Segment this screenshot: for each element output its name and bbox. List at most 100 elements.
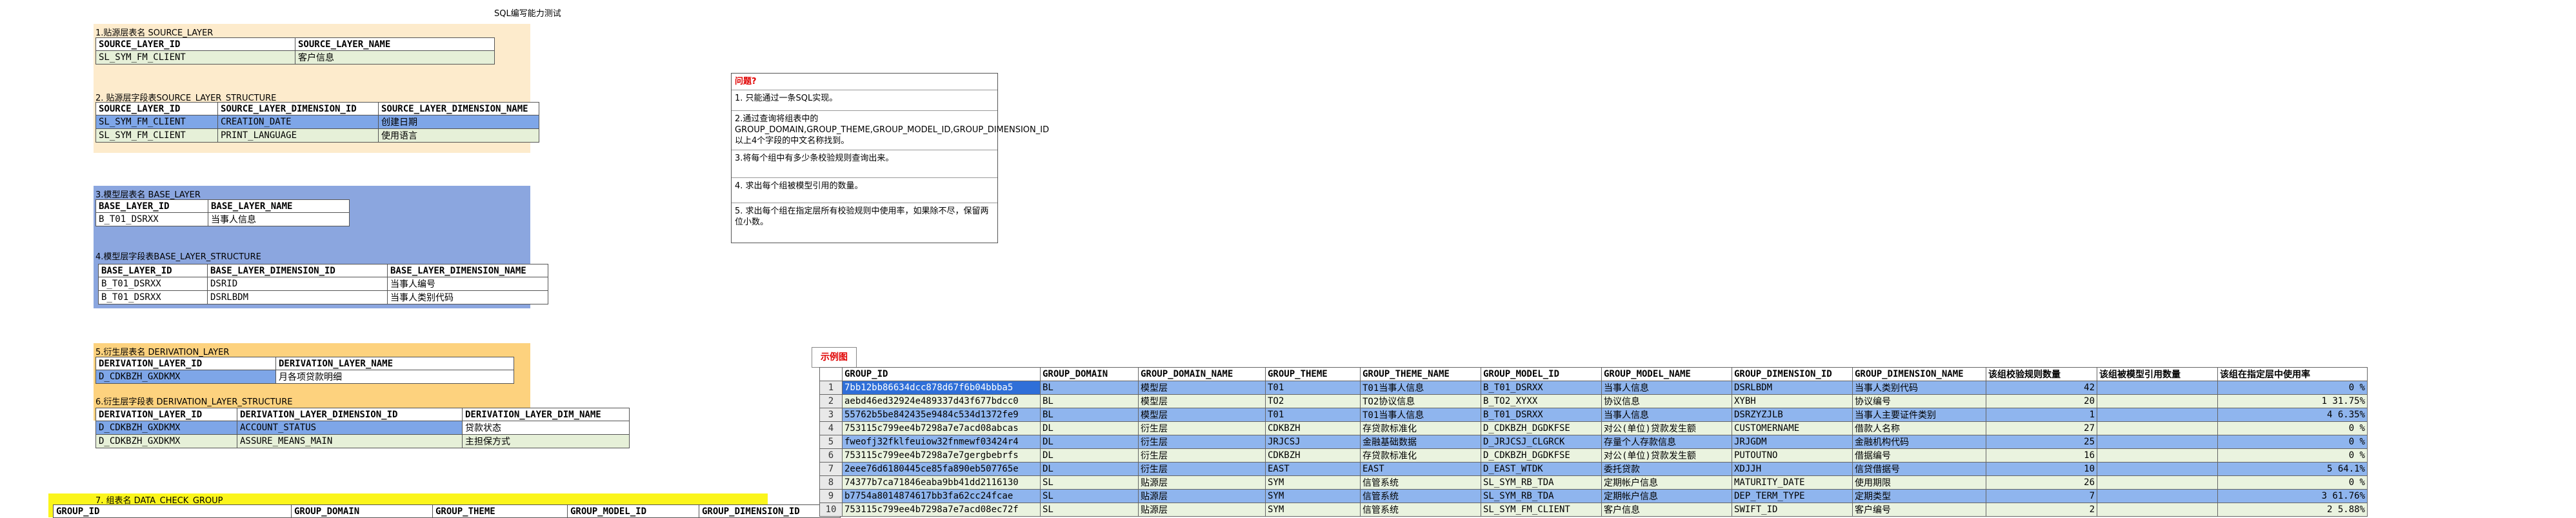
example-cell[interactable]: B_T01_DSRXX xyxy=(1481,381,1602,395)
example-cell[interactable]: T01 xyxy=(1265,408,1361,422)
example-cell[interactable]: 协议信息 xyxy=(1601,394,1732,408)
example-cell[interactable]: 7bb12bb86634dcc878d67f6b04bbba5 xyxy=(842,381,1041,395)
table-cell[interactable]: ACCOUNT_STATUS xyxy=(237,421,463,435)
example-cell[interactable]: 衍生层 xyxy=(1138,448,1266,463)
table-cell[interactable]: SL_SYM_FM_CLIENT xyxy=(95,128,218,143)
table-cell[interactable]: ASSURE_MEANS_MAIN xyxy=(237,434,463,448)
example-cell[interactable]: 753115c799ee4b7298a7e7gergbebrfs xyxy=(842,448,1041,463)
example-cell[interactable]: 定期帐户信息 xyxy=(1601,475,1732,490)
example-cell[interactable]: aebd46ed32924e489337d43f677bdcc0 xyxy=(842,394,1041,408)
example-cell[interactable]: 对公(单位)贷款发生额 xyxy=(1601,421,1732,435)
example-cell[interactable]: 协议编号 xyxy=(1852,394,1986,408)
table-cell[interactable]: B_T01_DSRXX xyxy=(98,277,208,291)
example-cell[interactable]: 42 xyxy=(1986,381,2097,395)
table-cell[interactable]: CREATION_DATE xyxy=(217,115,379,129)
example-cell[interactable]: SYM xyxy=(1265,503,1361,517)
example-cell[interactable]: D_EAST_WTDK xyxy=(1481,462,1602,476)
example-cell[interactable]: DL xyxy=(1040,448,1139,463)
example-cell[interactable]: 贴源层 xyxy=(1138,475,1266,490)
example-cell[interactable]: CDKBZH xyxy=(1265,448,1361,463)
example-cell[interactable]: 2 xyxy=(1986,503,2097,517)
table-cell[interactable]: SL_SYM_FM_CLIENT xyxy=(95,50,295,65)
example-cell[interactable]: 衍生层 xyxy=(1138,435,1266,449)
example-cell[interactable]: SWIFT_ID xyxy=(1732,503,1853,517)
example-cell[interactable]: 委托贷款 xyxy=(1601,462,1732,476)
example-cell[interactable]: CUSTOMERNAME xyxy=(1732,421,1853,435)
example-cell[interactable]: 模型层 xyxy=(1138,381,1266,395)
example-cell[interactable]: XYBH xyxy=(1732,394,1853,408)
example-cell[interactable]: SYM xyxy=(1265,475,1361,490)
example-cell[interactable]: 信管系统 xyxy=(1360,475,1481,490)
table-cell[interactable]: B_T01_DSRXX xyxy=(95,212,208,226)
example-cell[interactable]: DEP_TERM_TYPE xyxy=(1732,489,1853,503)
table-cell[interactable]: 客户信息 xyxy=(295,50,495,65)
example-cell[interactable] xyxy=(2097,435,2218,449)
example-cell[interactable]: TO2协议信息 xyxy=(1360,394,1481,408)
example-cell[interactable] xyxy=(2097,394,2218,408)
example-cell[interactable]: 客户信息 xyxy=(1601,503,1732,517)
example-cell[interactable]: 20 xyxy=(1986,394,2097,408)
example-cell[interactable]: 信贷借据号 xyxy=(1852,462,1986,476)
example-cell[interactable]: 借据编号 xyxy=(1852,448,1986,463)
example-tab[interactable]: 示例图 xyxy=(812,347,857,368)
example-cell[interactable]: 信管系统 xyxy=(1360,489,1481,503)
example-cell[interactable]: 定期帐户信息 xyxy=(1601,489,1732,503)
example-cell[interactable] xyxy=(2097,462,2218,476)
example-cell[interactable] xyxy=(2097,381,2218,395)
example-cell[interactable]: B_TO2_XYXX xyxy=(1481,394,1602,408)
example-cell[interactable]: SL_SYM_RB_TDA xyxy=(1481,489,1602,503)
table-cell[interactable]: 贷款状态 xyxy=(462,421,630,435)
example-cell[interactable]: T01当事人信息 xyxy=(1360,381,1481,395)
table-cell[interactable]: D_CDKBZH_GXDKMX xyxy=(95,434,237,448)
example-cell[interactable]: fweofj32fklfeuiow32fnmewf03424r4 xyxy=(842,435,1041,449)
example-cell[interactable]: DL xyxy=(1040,462,1139,476)
example-cell[interactable]: 55762b5be842435e9484c534d1372fe9 xyxy=(842,408,1041,422)
table-cell[interactable]: 主担保方式 xyxy=(462,434,630,448)
table-cell[interactable]: DSRID xyxy=(207,277,388,291)
example-cell[interactable]: SL xyxy=(1040,489,1139,503)
example-cell[interactable]: 客户编号 xyxy=(1852,503,1986,517)
example-cell[interactable]: 3 61.76% xyxy=(2217,489,2368,503)
example-cell[interactable]: JRJCSJ xyxy=(1265,435,1361,449)
example-cell[interactable]: 当事人信息 xyxy=(1601,381,1732,395)
example-cell[interactable]: 0 % xyxy=(2217,421,2368,435)
example-cell[interactable]: 模型层 xyxy=(1138,394,1266,408)
example-cell[interactable]: TO2 xyxy=(1265,394,1361,408)
example-cell[interactable]: 27 xyxy=(1986,421,2097,435)
table-cell[interactable]: 使用语言 xyxy=(378,128,539,143)
example-cell[interactable]: BL xyxy=(1040,408,1139,422)
example-cell[interactable]: D_CDKBZH_DGDKFSE xyxy=(1481,421,1602,435)
example-cell[interactable]: 使用期限 xyxy=(1852,475,1986,490)
example-cell[interactable]: 753115c799ee4b7298a7e7acd08ec72f xyxy=(842,503,1041,517)
table-cell[interactable]: 当事人类别代码 xyxy=(387,290,548,304)
example-cell[interactable]: SL_SYM_FM_CLIENT xyxy=(1481,503,1602,517)
example-cell[interactable]: SL xyxy=(1040,503,1139,517)
example-cell[interactable]: 7 xyxy=(1986,489,2097,503)
example-cell[interactable]: D_JRJCSJ_CLGRCK xyxy=(1481,435,1602,449)
example-cell[interactable]: 1 xyxy=(1986,408,2097,422)
example-cell[interactable]: 对公(单位)贷款发生额 xyxy=(1601,448,1732,463)
example-cell[interactable]: SL_SYM_RB_TDA xyxy=(1481,475,1602,490)
example-cell[interactable]: 金融基础数据 xyxy=(1360,435,1481,449)
table-cell[interactable]: SL_SYM_FM_CLIENT xyxy=(95,115,218,129)
table-cell[interactable]: DSRLBDM xyxy=(207,290,388,304)
example-cell[interactable]: DSRZYZJLB xyxy=(1732,408,1853,422)
table-cell[interactable]: 创建日期 xyxy=(378,115,539,129)
example-cell[interactable]: CDKBZH xyxy=(1265,421,1361,435)
table-cell[interactable]: D_CDKBZH_GXDKMX xyxy=(95,370,276,384)
example-cell[interactable]: 2eee76d6180445ce85fa890eb507765e xyxy=(842,462,1041,476)
table-cell[interactable]: D_CDKBZH_GXDKMX xyxy=(95,421,237,435)
example-cell[interactable]: 当事人信息 xyxy=(1601,408,1732,422)
table-cell[interactable]: B_T01_DSRXX xyxy=(98,290,208,304)
example-cell[interactable]: 25 xyxy=(1986,435,2097,449)
example-cell[interactable]: 存贷款标准化 xyxy=(1360,421,1481,435)
example-cell[interactable]: 衍生层 xyxy=(1138,421,1266,435)
example-cell[interactable]: 16 xyxy=(1986,448,2097,463)
example-cell[interactable]: b7754a8014874617bb3fa62cc24fcae xyxy=(842,489,1041,503)
example-cell[interactable]: 信管系统 xyxy=(1360,503,1481,517)
example-cell[interactable]: 模型层 xyxy=(1138,408,1266,422)
example-cell[interactable]: JRJGDM xyxy=(1732,435,1853,449)
example-cell[interactable]: 0 % xyxy=(2217,448,2368,463)
example-cell[interactable]: EAST xyxy=(1360,462,1481,476)
table-cell[interactable]: PRINT_LANGUAGE xyxy=(217,128,379,143)
